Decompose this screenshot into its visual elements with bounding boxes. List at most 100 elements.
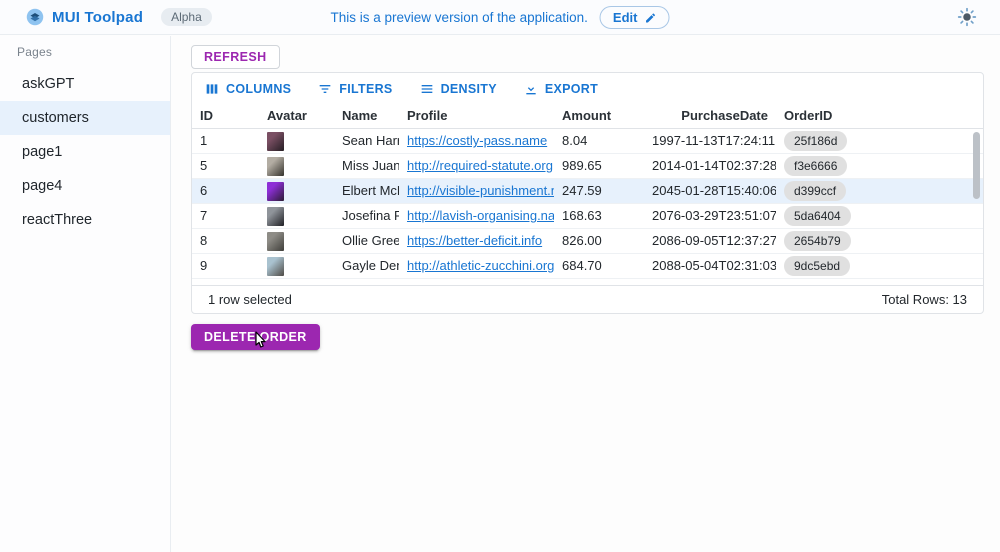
app-window: MUI Toolpad Alpha This is a preview vers… [0,0,1000,552]
cell-name: Sean Harris [334,129,399,153]
orderid-chip: 9dc5ebd [784,256,850,276]
table-row[interactable]: 5 Miss Juan ... http://required-statute.… [192,154,983,179]
column-header-purchasedate[interactable]: PurchaseDate [644,103,776,128]
cell-name: Miss Juan ... [334,154,399,178]
table-row[interactable]: 7 Josefina P... http://lavish-organising… [192,204,983,229]
profile-link[interactable]: http://visible-punishment.net [407,183,554,198]
cell-name: Elbert McL... [334,179,399,203]
profile-link[interactable]: http://lavish-organising.name [407,208,554,223]
sidebar-item-reactThree[interactable]: reactThree [0,203,170,237]
cell-name: Gayle Den... [334,254,399,278]
app-bar: MUI Toolpad Alpha This is a preview vers… [0,0,1000,35]
profile-link[interactable]: http://athletic-zucchini.org [407,258,554,273]
cell-orderid: 5da6404 [776,204,983,228]
table-row[interactable]: 1 Sean Harris https://costly-pass.name 8… [192,129,983,154]
cell-id: 6 [192,179,259,203]
vertical-scrollbar-thumb[interactable] [973,132,980,199]
main-content: REFRESH COLUMNS FILTERS [172,36,1000,552]
cell-id: 1 [192,129,259,153]
total-rows-status: Total Rows: 13 [882,292,967,307]
cell-profile: https://costly-pass.name [399,129,554,153]
orderid-chip: d399ccf [784,181,846,201]
column-header-avatar[interactable]: Avatar [259,103,334,128]
grid-header-row: ID Avatar Name Profile Amount PurchaseDa… [192,103,983,129]
export-button[interactable]: EXPORT [517,77,604,101]
preview-banner: This is a preview version of the applica… [331,0,670,35]
grid-rows: 1 Sean Harris https://costly-pass.name 8… [192,129,983,284]
theme-toggle-button[interactable] [956,7,978,29]
sidebar-item-customers[interactable]: customers [0,101,170,135]
sidebar-item-page4[interactable]: page4 [0,169,170,203]
cell-purchasedate: 2088-05-04T02:31:03.294Z [644,254,776,278]
columns-button[interactable]: COLUMNS [198,77,297,101]
cell-purchasedate: 2076-03-29T23:51:07.968Z [644,204,776,228]
cell-profile: http://athletic-zucchini.org [399,254,554,278]
column-header-profile[interactable]: Profile [399,103,554,128]
cell-purchasedate: 2045-01-28T15:40:06.325Z [644,179,776,203]
profile-link[interactable]: https://better-deficit.info [407,233,542,248]
cell-purchasedate: 2086-09-05T12:37:27.015Z [644,229,776,253]
avatar [267,207,284,226]
cell-orderid: 2654b79 [776,229,983,253]
refresh-button[interactable]: REFRESH [191,45,280,69]
alpha-badge: Alpha [161,8,212,26]
table-row[interactable]: 8 Ollie Green... https://better-deficit.… [192,229,983,254]
sidebar-section-label: Pages [0,45,170,67]
cell-orderid: f3e6666 [776,154,983,178]
delete-order-button[interactable]: DELETE ORDER [191,324,320,350]
cell-amount: 8.04 [554,129,644,153]
column-header-name[interactable]: Name [334,103,399,128]
cell-name: Josefina P... [334,204,399,228]
download-icon [523,81,539,97]
avatar [267,257,284,276]
view-columns-icon [204,81,220,97]
orderid-chip: 2654b79 [784,231,851,251]
selected-rows-status: 1 row selected [208,292,292,307]
filters-button[interactable]: FILTERS [311,77,398,101]
data-grid: COLUMNS FILTERS DENSITY [191,72,984,314]
cell-avatar [259,179,334,203]
preview-text: This is a preview version of the applica… [331,10,588,25]
avatar [267,232,284,251]
edit-button-label: Edit [613,10,638,25]
filter-list-icon [317,81,333,97]
avatar [267,182,284,201]
profile-link[interactable]: http://required-statute.org [407,158,553,173]
pencil-icon [644,12,656,24]
table-row[interactable]: 6 Elbert McL... http://visible-punishmen… [192,179,983,204]
edit-button[interactable]: Edit [600,6,670,29]
cell-id: 9 [192,254,259,278]
export-button-label: EXPORT [545,82,598,96]
grid-toolbar: COLUMNS FILTERS DENSITY [192,73,983,103]
column-header-id[interactable]: ID [192,103,259,128]
table-row[interactable]: 9 Gayle Den... http://athletic-zucchini.… [192,254,983,279]
density-icon [419,81,435,97]
grid-footer: 1 row selected Total Rows: 13 [192,285,983,313]
cell-amount: 826.00 [554,229,644,253]
sidebar: Pages askGPTcustomerspage1page4reactThre… [0,36,171,552]
column-header-amount[interactable]: Amount [554,103,644,128]
avatar [267,132,284,151]
columns-button-label: COLUMNS [226,82,291,96]
cell-purchasedate: 2014-01-14T02:37:28.536Z [644,154,776,178]
avatar [267,157,284,176]
density-button-label: DENSITY [441,82,497,96]
column-header-orderid[interactable]: OrderID [776,103,983,128]
cell-purchasedate: 1997-11-13T17:24:11.769Z [644,129,776,153]
cell-id: 5 [192,154,259,178]
brand: MUI Toolpad Alpha [0,8,212,26]
sidebar-item-page1[interactable]: page1 [0,135,170,169]
cell-orderid: 9dc5ebd [776,254,983,278]
cell-amount: 989.65 [554,154,644,178]
profile-link[interactable]: https://costly-pass.name [407,133,547,148]
cell-avatar [259,154,334,178]
cell-avatar [259,229,334,253]
cell-profile: http://lavish-organising.name [399,204,554,228]
cell-amount: 684.70 [554,254,644,278]
sidebar-item-askGPT[interactable]: askGPT [0,67,170,101]
filters-button-label: FILTERS [339,82,392,96]
density-button[interactable]: DENSITY [413,77,503,101]
cell-profile: https://better-deficit.info [399,229,554,253]
toolpad-logo-icon [26,8,44,26]
cell-orderid: d399ccf [776,179,983,203]
